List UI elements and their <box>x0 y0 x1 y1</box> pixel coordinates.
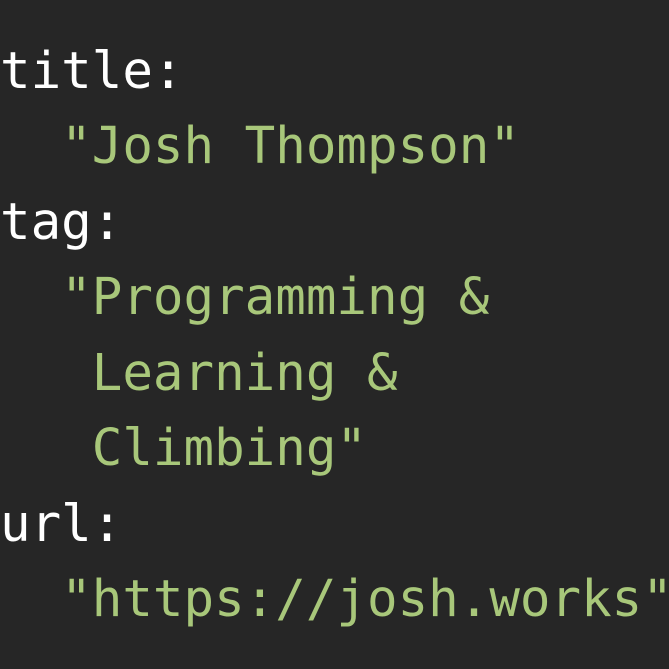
url-value: "https://josh.works" <box>0 569 669 628</box>
tag-value-line-1: "Programming & <box>0 267 490 326</box>
title-key: title: <box>0 41 184 100</box>
url-key: url: <box>0 494 123 553</box>
tag-key: tag: <box>0 192 123 251</box>
title-value: "Josh Thompson" <box>0 116 520 175</box>
tag-value-line-3: Climbing" <box>0 418 367 477</box>
yaml-code-block: title: "Josh Thompson" tag: "Programming… <box>0 0 669 669</box>
tag-value-line-2: Learning & <box>0 343 398 402</box>
